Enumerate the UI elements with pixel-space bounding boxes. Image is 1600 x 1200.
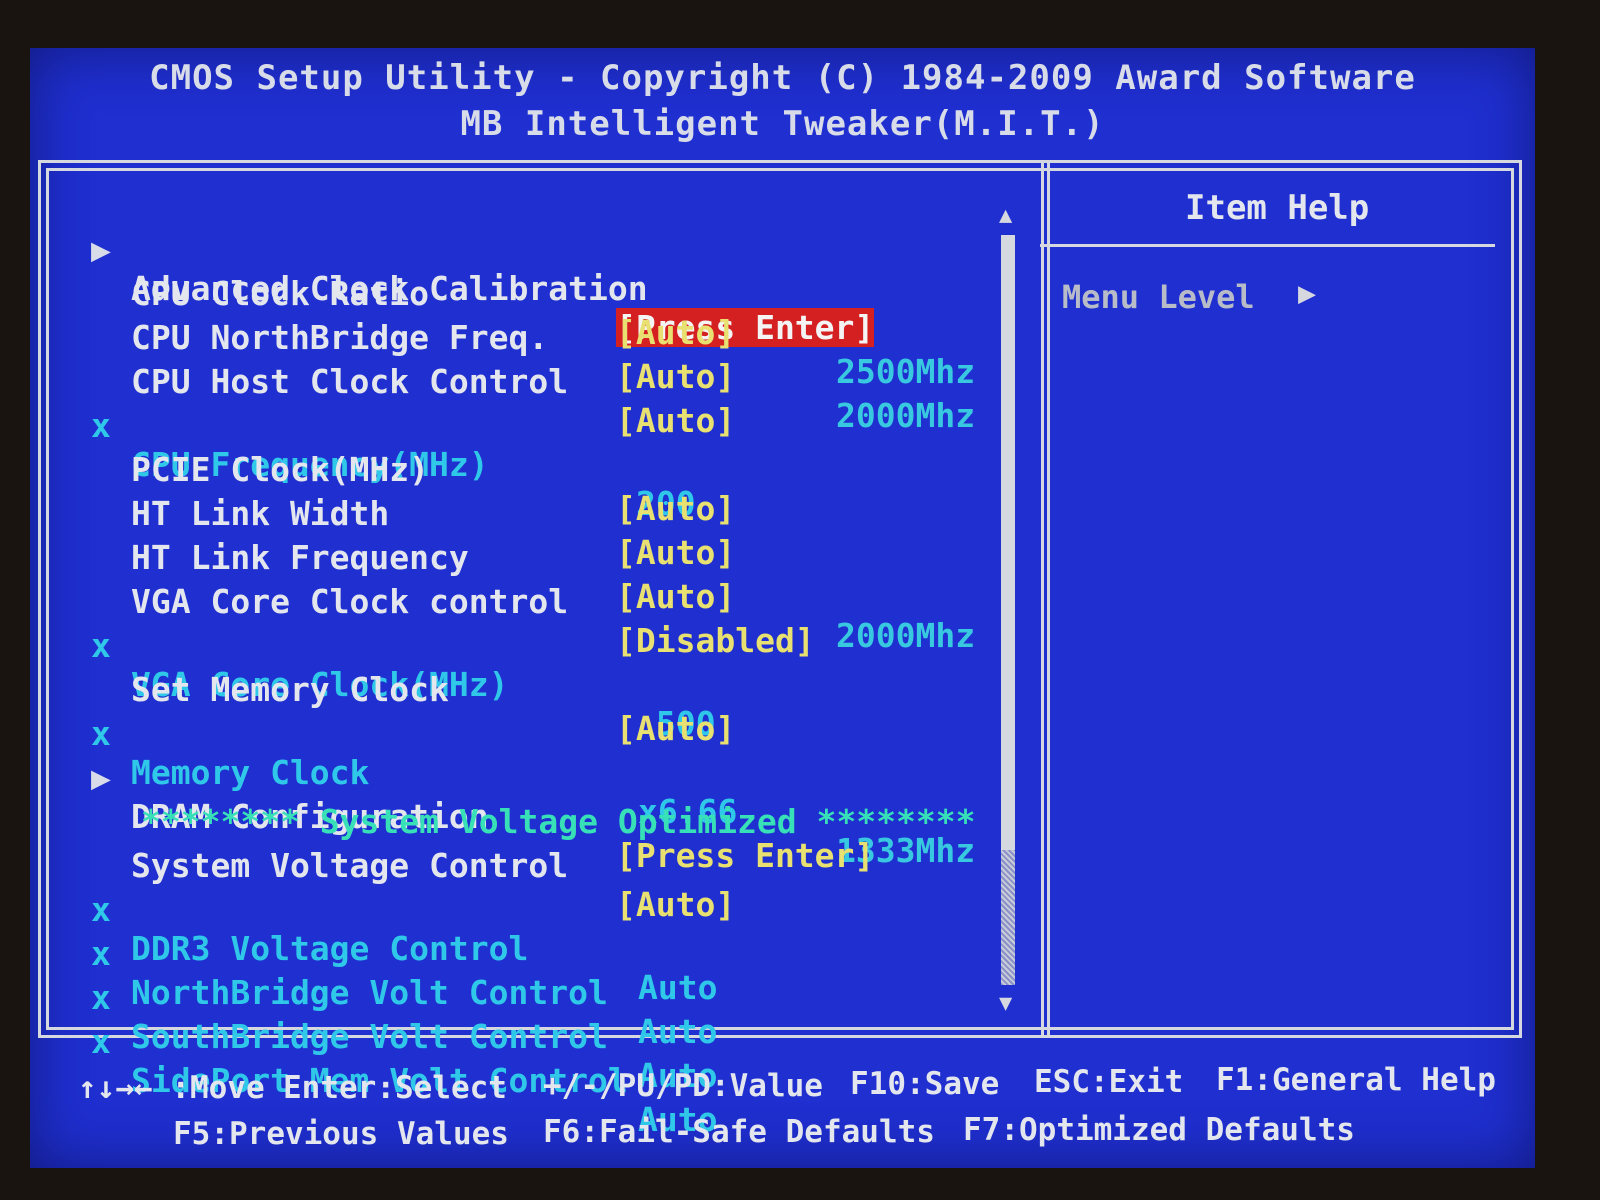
key-hint-save: F10:Save xyxy=(850,1066,1000,1102)
menu-item-set-memory-clock[interactable]: Set Memory Clock [Auto] xyxy=(41,631,735,748)
menu-item-value[interactable]: [Auto] xyxy=(616,489,735,528)
key-hint-select: Enter:Select xyxy=(283,1070,507,1106)
menu-item-value: Auto xyxy=(638,1012,718,1051)
menu-item-value[interactable]: [Auto] xyxy=(616,401,735,440)
menu-item-frequency: 2000Mhz xyxy=(836,396,976,435)
menu-item-northbridge-volt-control: x NorthBridge Volt Control Auto xyxy=(41,895,717,1051)
menu-item-cpu-northbridge-freq[interactable]: CPU NorthBridge Freq. [Auto] 2000Mhz xyxy=(41,279,975,435)
bios-screen: CMOS Setup Utility - Copyright (C) 1984-… xyxy=(30,48,1535,1168)
menu-item-value: Auto xyxy=(638,968,718,1007)
menu-item-frequency: 2000Mhz xyxy=(836,616,976,655)
scroll-track[interactable] xyxy=(1001,235,1015,985)
menu-item-system-voltage-control[interactable]: System Voltage Control [Auto] xyxy=(41,807,735,924)
menu-item-ht-link-width[interactable]: HT Link Width [Auto] xyxy=(41,455,735,572)
menu-item-ddr3-voltage-control: x DDR3 Voltage Control Auto xyxy=(41,851,717,1007)
menu-item-vga-core-clock: x VGA Core Clock(MHz) 500 xyxy=(41,587,716,743)
scroll-thumb[interactable] xyxy=(1001,235,1015,850)
menu-item-frequency: 2500Mhz xyxy=(836,352,976,391)
menu-item-southbridge-volt-control: x SouthBridge Volt Control Auto xyxy=(41,939,717,1095)
scroll-down-icon[interactable]: ▼ xyxy=(999,993,1012,1015)
menu-item-cpu-frequency: x CPU Frequency(MHz) 200 xyxy=(41,367,696,523)
menu-item-ht-link-frequency[interactable]: HT Link Frequency [Auto] 2000Mhz xyxy=(41,499,975,655)
menu-item-value[interactable]: [Auto] xyxy=(616,709,735,748)
help-menu-level: Menu Level xyxy=(1062,278,1255,316)
page-title: MB Intelligent Tweaker(M.I.T.) xyxy=(460,104,1105,144)
section-header-label: ******** System Voltage Optimized ******… xyxy=(141,802,976,841)
key-hint-general-help: F1:General Help xyxy=(1216,1062,1496,1098)
menu-item-value[interactable]: [Auto] xyxy=(616,577,735,616)
menu-item-value[interactable]: [Auto] xyxy=(616,357,735,396)
key-hint-failsafe-defaults: F6:Fail-Safe Defaults xyxy=(543,1114,935,1150)
item-help-title: Item Help xyxy=(1185,188,1370,228)
key-hint-value: +/-/PU/PD:Value xyxy=(543,1068,823,1104)
menu-level-arrow-icon: ▶ xyxy=(1298,276,1317,311)
menu-item-sideport-mem-volt-control: x SidePort Mem Volt Control Auto xyxy=(41,983,717,1139)
help-separator xyxy=(1040,244,1495,247)
key-hint-optimized-defaults: F7:Optimized Defaults xyxy=(963,1112,1355,1148)
menu-item-cpu-clock-ratio[interactable]: CPU Clock Ratio [Auto] 2500Mhz xyxy=(41,235,975,391)
scroll-up-icon[interactable]: ▲ xyxy=(999,205,1012,227)
menu-item-label: NorthBridge Volt Control xyxy=(131,973,608,1012)
menu-item-pcie-clock[interactable]: PCIE Clock(MHz) [Auto] xyxy=(41,411,735,528)
bios-title: CMOS Setup Utility - Copyright (C) 1984-… xyxy=(149,58,1416,98)
section-header-system-voltage: ******** System Voltage Optimized ******… xyxy=(41,763,975,841)
key-hint-exit: ESC:Exit xyxy=(1034,1064,1184,1100)
panel-divider xyxy=(1041,163,1044,1035)
key-help-bar: ↑↓→← :Move Enter:Select +/-/PU/PD:Value … xyxy=(38,1048,1522,1158)
panel-divider-inner xyxy=(1047,163,1050,1035)
menu-item-value[interactable]: [Auto] xyxy=(616,885,735,924)
menu-item-memory-clock: x Memory Clock x6.66 1333Mhz xyxy=(41,675,975,870)
menu-item-vga-core-clock-control[interactable]: VGA Core Clock control [Disabled] xyxy=(41,543,815,660)
key-hint-previous-values: F5:Previous Values xyxy=(173,1116,509,1152)
menu-item-advanced-clock-calibration[interactable]: ▶ Advanced Clock Calibration [Press Ente… xyxy=(41,191,875,347)
menu-item-cpu-host-clock-control[interactable]: CPU Host Clock Control [Auto] xyxy=(41,323,735,440)
menu-item-value[interactable]: [Disabled] xyxy=(616,621,815,660)
key-hint-move: ↑↓→← :Move xyxy=(78,1070,265,1106)
menu-item-value[interactable]: [Auto] xyxy=(616,533,735,572)
menu-item-value[interactable]: [Press Enter] xyxy=(616,836,874,875)
scrollbar[interactable]: ▲ ▼ xyxy=(999,205,1017,1015)
menu-item-dram-configuration[interactable]: ▶ DRAM Configuration [Press Enter] xyxy=(41,719,874,875)
menu-item-value[interactable]: [Auto] xyxy=(616,313,735,352)
